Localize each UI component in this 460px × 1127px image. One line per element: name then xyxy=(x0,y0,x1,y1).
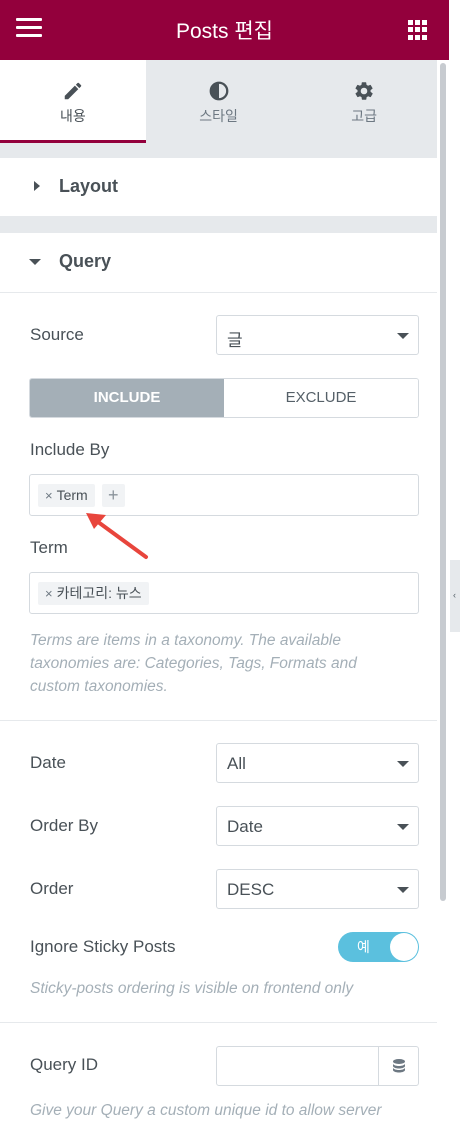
order-label: Order xyxy=(30,879,74,898)
query-id-label: Query ID xyxy=(30,1055,99,1074)
half-circle-icon xyxy=(209,81,228,101)
date-value: All xyxy=(227,754,246,773)
source-select[interactable]: 글 xyxy=(216,315,419,355)
term-label: Term xyxy=(30,538,68,557)
query-id-input[interactable] xyxy=(216,1046,419,1086)
toggle-knob xyxy=(390,933,418,961)
ignore-sticky-toggle[interactable]: 예 xyxy=(338,932,419,962)
query-id-description: Give your Query a custom unique id to al… xyxy=(30,1102,382,1119)
term-field[interactable]: × 카테고리: 뉴스 xyxy=(29,572,419,614)
section-layout[interactable]: Layout xyxy=(0,158,437,216)
tab-content[interactable]: 내용 xyxy=(0,60,146,143)
pencil-icon xyxy=(64,82,82,100)
caret-down-icon xyxy=(397,761,409,767)
chevron-right-icon xyxy=(34,181,40,191)
caret-down-icon xyxy=(397,333,409,339)
gear-icon xyxy=(355,82,373,100)
include-exclude-switch: INCLUDE EXCLUDE xyxy=(29,378,419,418)
database-icon xyxy=(393,1059,405,1073)
add-chip-icon[interactable]: + xyxy=(102,484,125,507)
remove-chip-icon[interactable]: × xyxy=(45,586,53,601)
include-by-label: Include By xyxy=(30,440,110,459)
exclude-tab[interactable]: EXCLUDE xyxy=(224,379,418,417)
date-label: Date xyxy=(30,753,66,772)
chip-label: 카테고리: 뉴스 xyxy=(56,585,142,601)
order-by-select[interactable]: Date xyxy=(216,806,419,846)
tab-label: 스타일 xyxy=(199,108,238,124)
annotation-arrow-icon xyxy=(86,513,148,559)
tab-advanced[interactable]: 고급 xyxy=(291,60,437,143)
section-title: Layout xyxy=(59,176,119,196)
source-value: 글 xyxy=(227,331,243,350)
panel-tabs: 내용 스타일 고급 xyxy=(0,60,437,143)
chevron-left-icon: ‹ xyxy=(453,590,456,600)
include-tab[interactable]: INCLUDE xyxy=(30,379,224,417)
tab-label: 고급 xyxy=(351,108,378,124)
divider xyxy=(0,292,437,293)
widgets-grid-icon[interactable] xyxy=(408,20,428,40)
tab-label: 내용 xyxy=(59,108,86,124)
tab-style[interactable]: 스타일 xyxy=(146,60,292,143)
remove-chip-icon[interactable]: × xyxy=(45,488,53,503)
sticky-description: Sticky-posts ordering is visible on fron… xyxy=(30,980,354,997)
toggle-text: 예 xyxy=(357,939,370,955)
term-chip[interactable]: × 카테고리: 뉴스 xyxy=(38,582,149,605)
ignore-sticky-label: Ignore Sticky Posts xyxy=(30,937,176,956)
panel-collapse-handle[interactable]: ‹ xyxy=(450,560,460,632)
order-by-value: Date xyxy=(227,817,263,836)
caret-down-icon xyxy=(397,824,409,830)
term-description: Terms are items in a taxonomy. The avail… xyxy=(30,632,357,695)
order-select[interactable]: DESC xyxy=(216,869,419,909)
divider xyxy=(0,1022,437,1023)
scrollbar-thumb[interactable] xyxy=(440,63,446,901)
order-by-label: Order By xyxy=(30,816,99,835)
section-query[interactable]: Query xyxy=(0,233,437,291)
chip-label: Term xyxy=(56,487,88,503)
date-select[interactable]: All xyxy=(216,743,419,783)
order-value: DESC xyxy=(227,880,275,899)
section-gap xyxy=(0,216,437,233)
section-title: Query xyxy=(59,251,112,271)
section-gap xyxy=(0,143,437,158)
panel-title: Posts 편집 xyxy=(176,20,273,43)
editor-header: Posts 편집 xyxy=(0,0,449,60)
divider xyxy=(0,720,437,721)
dynamic-tags-button[interactable] xyxy=(378,1047,418,1085)
caret-down-icon xyxy=(397,887,409,893)
include-by-chip[interactable]: × Term xyxy=(38,484,95,507)
source-label: Source xyxy=(30,325,84,344)
chevron-down-icon xyxy=(29,259,41,265)
